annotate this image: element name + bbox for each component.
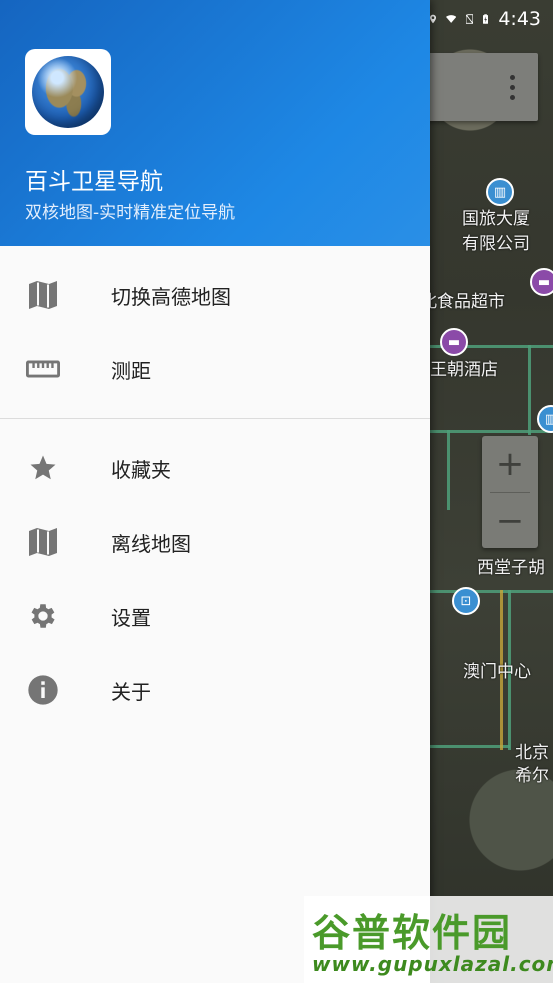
zoom-out-button[interactable]: −: [482, 493, 538, 549]
menu-item-label: 切换高德地图: [111, 284, 231, 309]
app-logo: [25, 49, 111, 135]
zoom-controls: + −: [482, 436, 538, 548]
globe-icon: [32, 56, 104, 128]
status-bar: 4:43: [429, 0, 553, 38]
map-poi-icon[interactable]: ▥: [537, 405, 553, 433]
map-label: 有限公司: [462, 234, 530, 254]
app-subtitle: 双核地图-实时精准定位导航: [25, 203, 236, 223]
info-icon: [26, 673, 60, 707]
map-poi-icon[interactable]: ▬: [530, 268, 553, 296]
app-title: 百斗卫星导航: [25, 169, 163, 195]
star-icon: [26, 451, 60, 485]
map-label: 澳门中心: [463, 662, 531, 682]
map-label: 国旅大厦: [462, 209, 530, 229]
map-road: [430, 745, 510, 748]
menu-item-switch-map[interactable]: 切换高德地图: [0, 258, 430, 332]
map-label: 王朝酒店: [430, 360, 498, 380]
wifi-icon: [446, 15, 457, 23]
menu-item-label: 关于: [111, 679, 151, 704]
watermark-title: 谷普软件园: [312, 911, 513, 955]
map-label: 北食品超市: [420, 292, 505, 312]
map-poi-icon[interactable]: ▬: [440, 328, 468, 356]
map-road: [430, 590, 553, 593]
map-road: [528, 345, 531, 435]
map-icon: [26, 278, 60, 312]
ruler-icon: [26, 352, 60, 386]
map-road: [447, 430, 450, 510]
map-label: 北京: [515, 743, 549, 763]
map-icon: [26, 525, 60, 559]
drawer-header: 百斗卫星导航 双核地图-实时精准定位导航: [0, 0, 430, 246]
menu-item-offline-map[interactable]: 离线地图: [0, 505, 430, 579]
menu-item-label: 收藏夹: [111, 457, 171, 482]
clock: 4:43: [498, 8, 541, 30]
menu-item-measure[interactable]: 测距: [0, 332, 430, 406]
menu-item-label: 设置: [111, 605, 151, 630]
bus-stop-icon[interactable]: ⊡: [452, 587, 480, 615]
location-icon: [429, 14, 436, 24]
watermark: 谷普软件园 www.gupuxlazal.com: [304, 896, 553, 983]
menu-item-label: 测距: [111, 358, 151, 383]
map-poi-icon[interactable]: ▥: [486, 178, 514, 206]
menu-item-settings[interactable]: 设置: [0, 579, 430, 653]
gear-icon: [26, 599, 60, 633]
menu-item-about[interactable]: 关于: [0, 653, 430, 727]
menu-item-favorites[interactable]: 收藏夹: [0, 431, 430, 505]
navigation-drawer: 百斗卫星导航 双核地图-实时精准定位导航 切换高德地图 测距 收藏夹 离线地图 …: [0, 0, 430, 983]
map-label: 希尔: [515, 766, 549, 786]
menu-divider: [0, 418, 430, 419]
map-label: 西堂子胡: [477, 558, 545, 578]
menu-item-label: 离线地图: [111, 531, 191, 556]
battery-charging-icon: [483, 14, 489, 24]
watermark-url: www.gupuxlazal.com: [312, 952, 553, 976]
no-sim-icon: [466, 14, 474, 24]
overflow-menu-icon[interactable]: [510, 75, 516, 101]
zoom-in-button[interactable]: +: [482, 436, 538, 492]
